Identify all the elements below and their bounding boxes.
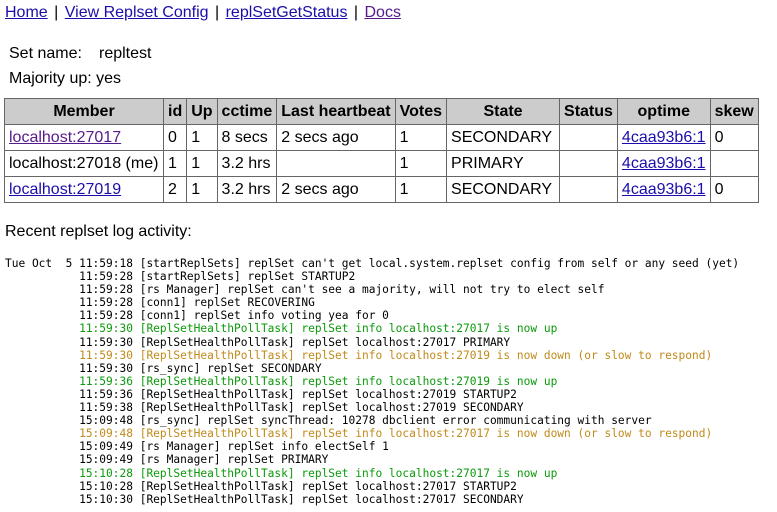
status-cell [559, 150, 618, 177]
table-row: localhost:27017 0 1 8 secs 2 secs ago 1 … [4, 124, 759, 151]
log-line: 15:09:49 [rs Manager] replSet info elect… [5, 440, 389, 454]
skew-cell: 0 [709, 176, 759, 203]
nav-separator: | [353, 4, 359, 21]
header-id: id [162, 98, 188, 125]
table-row: localhost:27018 (me) 1 1 3.2 hrs 1 PRIMA… [4, 150, 759, 177]
nav-docs-link[interactable]: Docs [365, 4, 401, 21]
optime-link[interactable]: 4caa93b6:1 [622, 129, 706, 146]
majority-label: Majority up: [9, 70, 92, 87]
votes-cell: 1 [394, 176, 448, 203]
header-last-heartbeat: Last heartbeat [276, 98, 396, 125]
header-state: State [446, 98, 561, 125]
log-line: 15:09:48 [rs_sync] replSet syncThread: 1… [5, 414, 652, 428]
state-cell: SECONDARY [446, 176, 561, 203]
log-line: 15:10:30 [ReplSetHealthPollTask] replSet… [5, 492, 524, 506]
nav-separator: | [54, 4, 59, 21]
replset-info: Set name: repltest Majority up: yes [9, 41, 151, 91]
cctime-cell: 8 secs [216, 124, 278, 151]
replset-log: Tue Oct 5 11:59:18 [startReplSets] replS… [5, 257, 739, 506]
votes-cell: 1 [394, 150, 448, 177]
log-line: 11:59:36 [ReplSetHealthPollTask] replSet… [5, 387, 517, 401]
optime-link[interactable]: 4caa93b6:1 [622, 155, 706, 172]
set-name-value: repltest [99, 45, 152, 62]
optime-cell: 4caa93b6:1 [616, 176, 711, 203]
votes-cell: 1 [394, 124, 448, 151]
header-member: Member [4, 98, 164, 125]
log-line: 11:59:36 [ReplSetHealthPollTask] replSet… [5, 374, 558, 388]
header-skew: skew [709, 98, 759, 125]
up-cell: 1 [186, 124, 218, 151]
heartbeat-cell: 2 secs ago [276, 176, 396, 203]
member-cell: localhost:27019 [4, 176, 164, 203]
log-line: 11:59:28 [conn1] replSet RECOVERING [5, 296, 315, 310]
nav-view-config-link[interactable]: View Replset Config [65, 4, 209, 21]
header-votes: Votes [394, 98, 448, 125]
nav-get-status-link[interactable]: replSetGetStatus [226, 4, 348, 21]
skew-cell: 0 [709, 124, 759, 151]
nav-separator: | [214, 4, 220, 21]
up-cell: 1 [186, 176, 218, 203]
log-section-title: Recent replset log activity: [5, 223, 192, 240]
majority-value: yes [96, 70, 122, 87]
top-nav: Home | View Replset Config | replSetGetS… [5, 4, 401, 22]
skew-cell [709, 150, 759, 177]
log-line: 15:09:48 [ReplSetHealthPollTask] replSet… [5, 427, 713, 441]
members-table: Member id Up cctime Last heartbeat Votes… [4, 98, 759, 203]
up-cell: 1 [186, 150, 218, 177]
heartbeat-cell [276, 150, 396, 177]
optime-link[interactable]: 4caa93b6:1 [622, 181, 706, 198]
member-link[interactable]: localhost:27017 [9, 129, 121, 146]
status-cell [559, 176, 618, 203]
member-cell: localhost:27018 (me) [4, 150, 164, 177]
nav-home-link[interactable]: Home [5, 4, 48, 21]
status-cell [559, 124, 618, 151]
header-cctime: cctime [216, 98, 278, 125]
cctime-cell: 3.2 hrs [216, 176, 278, 203]
log-line: 15:10:28 [ReplSetHealthPollTask] replSet… [5, 466, 558, 480]
cctime-cell: 3.2 hrs [216, 150, 278, 177]
log-line: 11:59:28 [rs Manager] replSet can't see … [5, 283, 605, 297]
log-line: 11:59:38 [ReplSetHealthPollTask] replSet… [5, 401, 524, 415]
state-cell: PRIMARY [446, 150, 561, 177]
log-line: 11:59:28 [conn1] replSet info voting yea… [5, 309, 389, 323]
header-status: Status [559, 98, 618, 125]
id-cell: 0 [162, 124, 188, 151]
log-line: 15:10:28 [ReplSetHealthPollTask] replSet… [5, 479, 517, 493]
heartbeat-cell: 2 secs ago [276, 124, 396, 151]
log-line: 11:59:30 [ReplSetHealthPollTask] replSet… [5, 322, 558, 336]
header-up: Up [186, 98, 218, 125]
optime-cell: 4caa93b6:1 [616, 150, 711, 177]
log-line: Tue Oct 5 11:59:18 [startReplSets] replS… [5, 257, 740, 270]
state-cell: SECONDARY [446, 124, 561, 151]
member-cell: localhost:27017 [4, 124, 164, 151]
log-line: 11:59:30 [ReplSetHealthPollTask] replSet… [5, 335, 511, 349]
log-line: 15:09:49 [rs Manager] replSet PRIMARY [5, 453, 329, 467]
id-cell: 1 [162, 150, 188, 177]
log-line: 11:59:30 [rs_sync] replSet SECONDARY [5, 361, 322, 375]
id-cell: 2 [162, 176, 188, 203]
table-row: localhost:27019 2 1 3.2 hrs 2 secs ago 1… [4, 176, 759, 203]
header-optime: optime [616, 98, 711, 125]
members-table-header: Member id Up cctime Last heartbeat Votes… [4, 98, 759, 125]
member-link[interactable]: localhost:27019 [9, 181, 121, 198]
set-name-label: Set name: [9, 45, 82, 62]
log-line: 11:59:30 [ReplSetHealthPollTask] replSet… [5, 348, 713, 362]
optime-cell: 4caa93b6:1 [616, 124, 711, 151]
log-line: 11:59:28 [startReplSets] replSet STARTUP… [5, 270, 356, 284]
